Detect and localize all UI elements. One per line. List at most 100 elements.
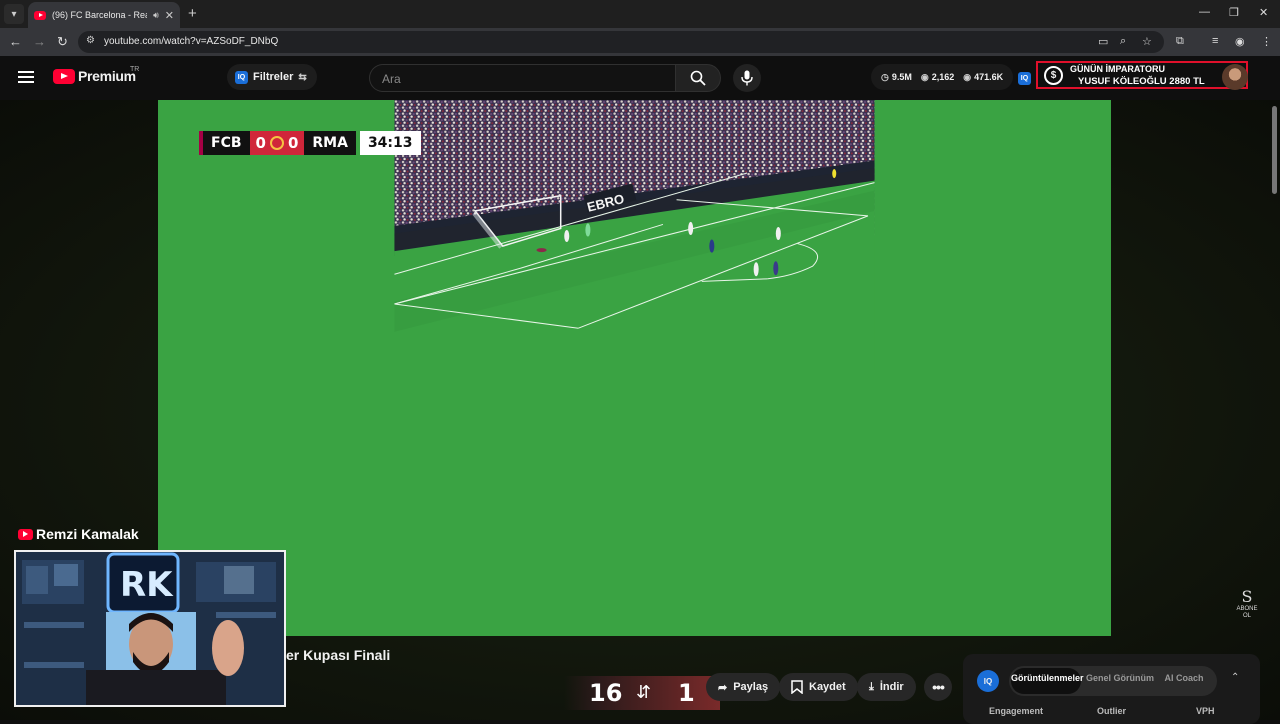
youtube-icon <box>18 528 33 540</box>
home-team: FCB <box>199 131 250 155</box>
away-team: RMA <box>304 131 356 155</box>
site-info-icon[interactable]: ⚙︎ <box>86 35 95 46</box>
streamer-name: Remzi Kamalak <box>36 526 139 542</box>
profile-icon[interactable]: ◉ <box>1235 35 1245 48</box>
donation-text: YUSUF KÖLEOĞLU 2880 TL <box>1078 76 1205 87</box>
stat-likes: ◉ 471.6K <box>963 72 1003 83</box>
match-clock: 34:13 <box>359 131 421 155</box>
save-label: Kaydet <box>809 681 846 693</box>
channel-stats: ◷ 9.5M ◉ 2,162 ◉ 471.6K <box>871 64 1014 90</box>
restore-icon[interactable]: ❐ <box>1229 6 1239 19</box>
youtube-logo-icon <box>53 68 75 84</box>
share-button[interactable]: ➦ Paylaş <box>706 673 781 701</box>
filters-button[interactable]: IQ Filtreler ⇆ <box>227 64 317 90</box>
subscribe-watermark-line-1: ABONE <box>1236 606 1258 612</box>
stat-views-value: 9.5M <box>891 72 912 82</box>
tab-overview[interactable]: Genel Görünüm <box>1085 673 1155 683</box>
subscribe-watermark[interactable]: S ABONE OL <box>1229 588 1265 620</box>
video-title: er Kupası Finali <box>286 647 391 663</box>
browser-tab-strip: ▾ (96) FC Barcelona - Real Ma 🔊︎ ✕ + — ❐… <box>0 0 1280 28</box>
bookmark-icon <box>791 680 803 694</box>
column-vph: VPH <box>1196 706 1215 716</box>
more-actions-icon[interactable]: ••• <box>924 673 952 701</box>
browser-toolbar: ← → ↻ ⚙︎ youtube.com/watch?v=AZSoDF_DNbQ… <box>0 28 1280 56</box>
away-score: 0 <box>287 134 299 152</box>
new-tab-icon[interactable]: + <box>188 5 197 22</box>
youtube-favicon-icon <box>34 10 46 20</box>
minimize-icon[interactable]: — <box>1199 6 1210 18</box>
close-tab-icon[interactable]: ✕ <box>165 9 174 22</box>
forward-icon[interactable]: → <box>33 34 46 49</box>
score: 0 0 <box>249 131 305 155</box>
browser-tab-active[interactable]: (96) FC Barcelona - Real Ma 🔊︎ ✕ <box>28 2 180 28</box>
download-button[interactable]: ⤓ İndir <box>857 673 916 701</box>
iq-logo-icon: IQ <box>977 670 999 692</box>
video-player[interactable]: EBRO FCB 0 0 RMA 34:13 <box>158 100 1111 636</box>
voice-search-button[interactable] <box>733 64 761 92</box>
iq-icon: IQ <box>235 70 248 84</box>
donation-banner: $ GÜNÜN İMPARATORU YUSUF KÖLEOĞLU 2880 T… <box>1036 61 1248 89</box>
tab-search-button[interactable]: ▾ <box>4 4 24 24</box>
url-text[interactable]: youtube.com/watch?v=AZSoDF_DNbQ <box>104 36 278 47</box>
logo-text: Premium <box>78 68 136 84</box>
stat-views: ◷ 9.5M <box>881 72 912 83</box>
webcam-image: RK <box>16 552 284 705</box>
media-controls-icon[interactable]: ≡ <box>1212 35 1218 47</box>
filters-label: Filtreler <box>253 71 294 83</box>
overlay-score-right: 1 <box>678 679 695 707</box>
swap-arrows-icon: ⇵ <box>636 682 652 702</box>
search-icon <box>690 70 706 86</box>
extensions-icon[interactable]: ⧉ <box>1176 35 1184 48</box>
rk-neon-logo-icon: RK <box>120 565 174 605</box>
download-icon: ⤓ <box>869 680 874 693</box>
scrollbar-thumb[interactable] <box>1272 106 1277 194</box>
stat-comments: ◉ 2,162 <box>921 72 954 83</box>
overlay-score-left: 16 <box>589 679 623 707</box>
tab-views[interactable]: Görüntülenmeler <box>1011 673 1084 683</box>
page-scrollbar[interactable] <box>1270 100 1278 720</box>
webcam-overlay: RK <box>14 550 286 707</box>
search-input[interactable] <box>382 72 662 86</box>
save-button[interactable]: Kaydet <box>779 673 858 701</box>
speaker-icon[interactable]: 🔊︎ <box>153 10 159 21</box>
eye-icon: ◉ <box>963 71 972 82</box>
reload-icon[interactable]: ↻ <box>57 34 68 50</box>
iq-extension-icon[interactable]: IQ <box>1018 72 1031 85</box>
logo-region: TR <box>130 66 140 73</box>
address-bar[interactable]: ⚙︎ youtube.com/watch?v=AZSoDF_DNbQ ▭ ⌕ ☆ <box>78 31 1164 53</box>
eye-icon: ◉ <box>920 71 929 82</box>
search-button[interactable] <box>675 64 721 92</box>
bookmark-star-icon[interactable]: ☆ <box>1142 35 1152 48</box>
stat-likes-value: 471.6K <box>974 72 1004 82</box>
tab-ai-coach[interactable]: AI Coach <box>1155 673 1213 683</box>
cast-icon[interactable]: ▭ <box>1098 35 1108 48</box>
hamburger-menu-icon[interactable] <box>18 71 34 83</box>
donation-title: GÜNÜN İMPARATORU <box>1070 64 1165 74</box>
search-box <box>369 64 675 92</box>
column-engagement: Engagement <box>989 706 1044 716</box>
stat-comments-value: 2,162 <box>931 72 955 82</box>
analytics-tabs: Görüntülenmeler Genel Görünüm AI Coach <box>1009 666 1217 696</box>
sliders-icon: ⇆ <box>298 71 307 83</box>
trophy-crest-icon <box>269 136 284 150</box>
clock-icon: ◷ <box>881 71 889 82</box>
download-label: İndir <box>879 681 904 693</box>
analytics-panel: IQ Görüntülenmeler Genel Görünüm AI Coac… <box>963 654 1260 724</box>
scoreboard: FCB 0 0 RMA 34:13 <box>199 131 421 155</box>
microphone-icon <box>741 70 753 86</box>
chevron-up-icon[interactable]: ⌃ <box>1231 672 1239 683</box>
channel-s-logo-icon: S <box>1241 587 1253 606</box>
avatar[interactable] <box>1222 64 1248 90</box>
back-icon[interactable]: ← <box>9 34 22 49</box>
share-label: Paylaş <box>733 681 769 693</box>
tab-title: (96) FC Barcelona - Real Ma <box>52 10 147 20</box>
close-window-icon[interactable]: ✕ <box>1259 6 1268 19</box>
zoom-icon[interactable]: ⌕ <box>1120 35 1126 48</box>
dollar-coin-icon: $ <box>1044 66 1063 85</box>
home-score: 0 <box>255 134 266 152</box>
browser-menu-icon[interactable]: ⋮ <box>1261 35 1272 48</box>
subscribe-watermark-line-2: OL <box>1242 613 1251 619</box>
streamer-label: Remzi Kamalak <box>18 526 139 542</box>
share-icon: ➦ <box>718 681 728 694</box>
youtube-logo[interactable]: Premium <box>53 68 136 84</box>
